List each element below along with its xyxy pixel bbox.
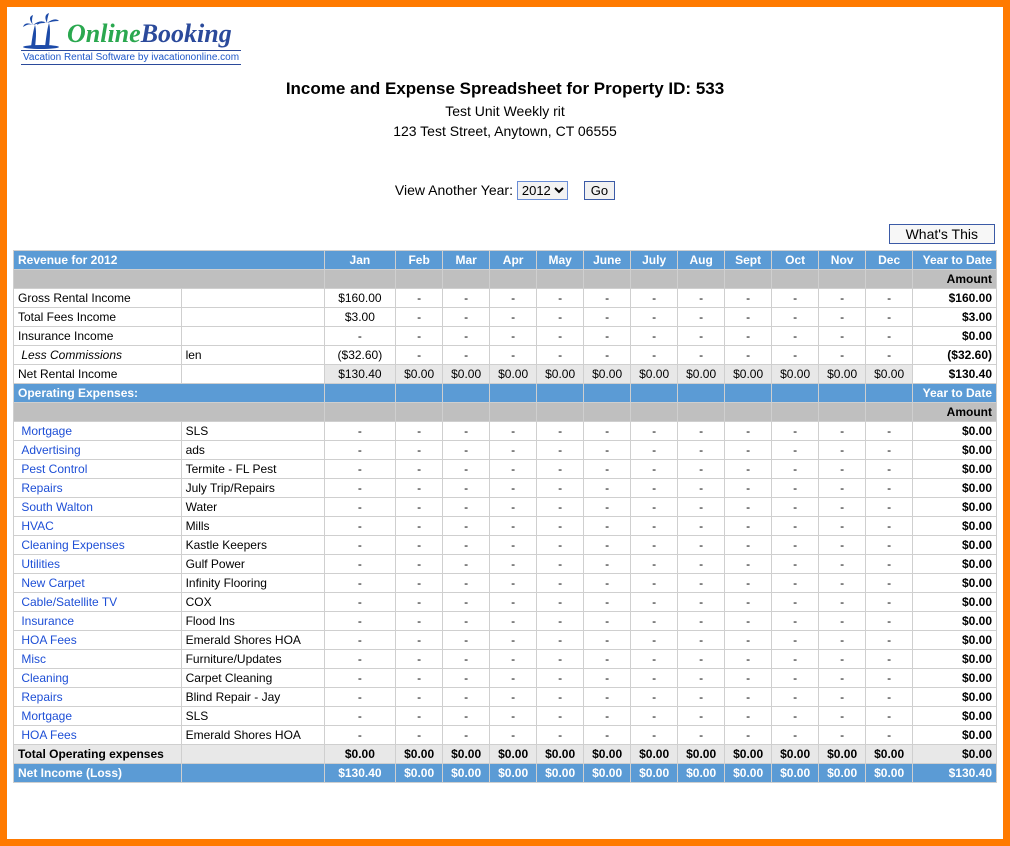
- whats-this-button[interactable]: What's This: [889, 224, 995, 244]
- row-label: Gross Rental Income: [14, 289, 182, 308]
- expense-link[interactable]: Misc: [14, 650, 182, 669]
- unit-name: Test Unit Weekly rit: [13, 103, 997, 119]
- row-label: Less Commissions: [14, 346, 182, 365]
- row-sublabel: ads: [181, 441, 324, 460]
- row-sublabel: [181, 327, 324, 346]
- row-sublabel: Mills: [181, 517, 324, 536]
- table-row: RepairsBlind Repair - Jay------------$0.…: [14, 688, 997, 707]
- table-row: South WaltonWater------------$0.00: [14, 498, 997, 517]
- expenses-amount-row: Amount: [14, 403, 997, 422]
- expense-link[interactable]: South Walton: [14, 498, 182, 517]
- expense-link[interactable]: HOA Fees: [14, 631, 182, 650]
- row-sublabel: SLS: [181, 707, 324, 726]
- row-sublabel: Gulf Power: [181, 555, 324, 574]
- expense-link[interactable]: HVAC: [14, 517, 182, 536]
- table-row: Cable/Satellite TVCOX------------$0.00: [14, 593, 997, 612]
- spreadsheet-table: Revenue for 2012JanFebMarAprMayJuneJulyA…: [13, 250, 997, 783]
- address: 123 Test Street, Anytown, CT 06555: [13, 123, 997, 139]
- expense-link[interactable]: Repairs: [14, 688, 182, 707]
- table-row: Advertisingads------------$0.00: [14, 441, 997, 460]
- table-row: Gross Rental Income$160.00-----------$16…: [14, 289, 997, 308]
- table-row: HVACMills------------$0.00: [14, 517, 997, 536]
- page-title: Income and Expense Spreadsheet for Prope…: [13, 79, 997, 99]
- row-sublabel: len: [181, 346, 324, 365]
- expense-link[interactable]: Utilities: [14, 555, 182, 574]
- row-sublabel: [181, 308, 324, 327]
- row-sublabel: [181, 289, 324, 308]
- table-row: Cleaning ExpensesKastle Keepers---------…: [14, 536, 997, 555]
- row-sublabel: Water: [181, 498, 324, 517]
- net-income-row: Net Income (Loss)$130.40$0.00$0.00$0.00$…: [14, 764, 997, 783]
- total-expenses-row: Total Operating expenses$0.00$0.00$0.00$…: [14, 745, 997, 764]
- row-sublabel: Emerald Shores HOA: [181, 631, 324, 650]
- expense-link[interactable]: Cable/Satellite TV: [14, 593, 182, 612]
- row-label: Insurance Income: [14, 327, 182, 346]
- view-year-label: View Another Year:: [395, 182, 513, 198]
- row-sublabel: Blind Repair - Jay: [181, 688, 324, 707]
- table-row: Less Commissionslen($32.60)-----------($…: [14, 346, 997, 365]
- table-row: MiscFurniture/Updates------------$0.00: [14, 650, 997, 669]
- row-sublabel: Carpet Cleaning: [181, 669, 324, 688]
- year-select[interactable]: 2012: [517, 181, 568, 200]
- logo: OnlineBooking Vacation Rental Software b…: [13, 11, 997, 65]
- table-row: InsuranceFlood Ins------------$0.00: [14, 612, 997, 631]
- expense-link[interactable]: Mortgage: [14, 422, 182, 441]
- table-row: HOA FeesEmerald Shores HOA------------$0…: [14, 726, 997, 745]
- table-row: Insurance Income------------$0.00: [14, 327, 997, 346]
- table-row: Total Fees Income$3.00-----------$3.00: [14, 308, 997, 327]
- row-sublabel: COX: [181, 593, 324, 612]
- row-sublabel: Furniture/Updates: [181, 650, 324, 669]
- expense-link[interactable]: Advertising: [14, 441, 182, 460]
- expense-link[interactable]: Repairs: [14, 479, 182, 498]
- row-label: Total Fees Income: [14, 308, 182, 327]
- revenue-header-row: Revenue for 2012JanFebMarAprMayJuneJulyA…: [14, 251, 997, 270]
- expenses-header-row: Operating Expenses:Year to Date: [14, 384, 997, 403]
- palm-tree-icon: [21, 13, 61, 49]
- table-row: Pest ControlTermite - FL Pest-----------…: [14, 460, 997, 479]
- expense-link[interactable]: Pest Control: [14, 460, 182, 479]
- table-row: RepairsJuly Trip/Repairs------------$0.0…: [14, 479, 997, 498]
- expense-link[interactable]: Cleaning Expenses: [14, 536, 182, 555]
- table-row: New CarpetInfinity Flooring------------$…: [14, 574, 997, 593]
- expense-link[interactable]: New Carpet: [14, 574, 182, 593]
- row-sublabel: July Trip/Repairs: [181, 479, 324, 498]
- row-sublabel: Emerald Shores HOA: [181, 726, 324, 745]
- amount-header-row: Amount: [14, 270, 997, 289]
- table-row: MortgageSLS------------$0.00: [14, 422, 997, 441]
- brand-booking: Booking: [141, 19, 232, 48]
- expense-link[interactable]: Cleaning: [14, 669, 182, 688]
- row-sublabel: Infinity Flooring: [181, 574, 324, 593]
- go-button[interactable]: Go: [584, 181, 615, 200]
- expense-link[interactable]: Insurance: [14, 612, 182, 631]
- brand-online: Online: [67, 19, 141, 48]
- table-row: MortgageSLS------------$0.00: [14, 707, 997, 726]
- row-sublabel: Flood Ins: [181, 612, 324, 631]
- row-sublabel: Kastle Keepers: [181, 536, 324, 555]
- logo-tagline: Vacation Rental Software by ivacationonl…: [21, 50, 241, 65]
- expense-link[interactable]: Mortgage: [14, 707, 182, 726]
- table-row: HOA FeesEmerald Shores HOA------------$0…: [14, 631, 997, 650]
- table-row: UtilitiesGulf Power------------$0.00: [14, 555, 997, 574]
- row-sublabel: SLS: [181, 422, 324, 441]
- table-row: CleaningCarpet Cleaning------------$0.00: [14, 669, 997, 688]
- net-rental-row: Net Rental Income$130.40$0.00$0.00$0.00$…: [14, 365, 997, 384]
- expense-link[interactable]: HOA Fees: [14, 726, 182, 745]
- row-sublabel: Termite - FL Pest: [181, 460, 324, 479]
